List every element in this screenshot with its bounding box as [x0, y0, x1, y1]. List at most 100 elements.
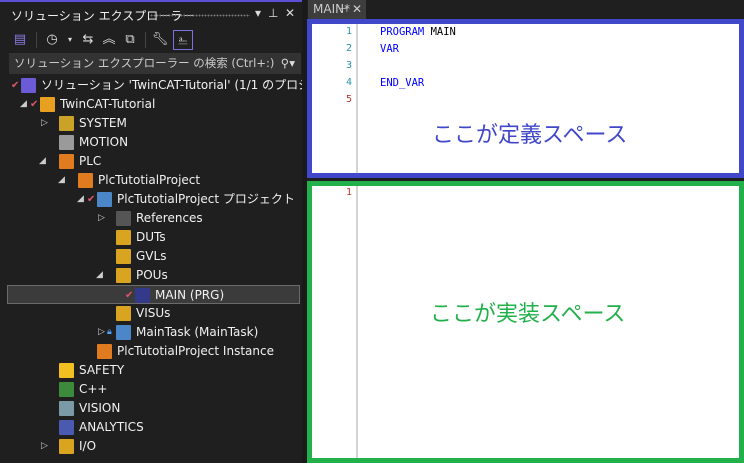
tree-item[interactable]: MOTION: [0, 133, 302, 152]
checkmark-icon: ✔: [30, 99, 39, 110]
twincat-project-icon: [40, 97, 55, 112]
tree-item-label: SAFETY: [79, 363, 125, 377]
code-line[interactable]: VAR: [380, 43, 399, 55]
solution-icon: [21, 78, 36, 93]
close-icon[interactable]: ✕: [285, 6, 295, 20]
tree-item[interactable]: ◢ ✔ PlcTutotialProject プロジェクト: [0, 190, 302, 209]
declaration-note: ここが定義スペース: [432, 123, 628, 148]
implementation-editor[interactable]: 1 ここが実装スペース: [307, 181, 744, 463]
task-icon: [116, 325, 131, 340]
tree-item-label: C++: [79, 382, 108, 396]
vision-icon: [59, 401, 74, 416]
tree-item[interactable]: ◢ ✔ TwinCAT-Tutorial: [0, 95, 302, 114]
tree-item[interactable]: ▷ SYSTEM: [0, 114, 302, 133]
tree-item[interactable]: DUTs: [0, 228, 302, 247]
pending-changes-icon[interactable]: ◷: [42, 30, 62, 50]
safety-icon: [59, 363, 74, 378]
collapsed-arrow-icon[interactable]: ▷: [41, 437, 48, 456]
tree-item-label: DUTs: [136, 230, 166, 244]
pin-icon[interactable]: ⊣: [339, 0, 348, 19]
checkmark-icon: ✔: [11, 80, 20, 91]
declaration-editor[interactable]: 1 PROGRAM MAIN 2 VAR 3 4 END_VAR 5 ここが定義スペース: [307, 19, 744, 178]
plc-icon: [59, 154, 74, 169]
tree-item[interactable]: ANALYTICS: [0, 418, 302, 437]
tree-item[interactable]: ✔ MAIN (PRG): [7, 285, 300, 304]
separator: [36, 32, 37, 48]
tree-item-label: SYSTEM: [79, 116, 127, 130]
line-number: 2: [345, 43, 352, 54]
line-number: 1: [345, 187, 352, 198]
plc-project-icon: [78, 173, 93, 188]
tree-item[interactable]: ✔ ソリューション 'TwinCAT-Tutorial' (1/1 のプロジェクト…: [0, 76, 351, 95]
folder-icon: [116, 306, 131, 321]
search-icon[interactable]: ⚲▾: [281, 53, 295, 74]
tab-main[interactable]: MAIN* ⊣ ✕: [308, 0, 366, 19]
dropdown-icon[interactable]: ▾: [60, 30, 80, 50]
line-number: 5: [345, 94, 352, 105]
search-placeholder: ソリューション エクスプローラー の検索 (Ctrl+:): [14, 56, 275, 70]
tree-item[interactable]: ▷ References: [0, 209, 302, 228]
tree-item[interactable]: VISION: [0, 399, 302, 418]
identifier: MAIN: [430, 26, 456, 38]
collapsed-arrow-icon[interactable]: ▷: [98, 209, 105, 228]
tree-item[interactable]: ◢ PlcTutotialProject: [0, 171, 302, 190]
search-input[interactable]: ソリューション エクスプローラー の検索 (Ctrl+:) ⚲▾: [9, 53, 301, 74]
keyword: PROGRAM: [380, 26, 425, 38]
tree-item[interactable]: VISUs: [0, 304, 302, 323]
dropdown-icon[interactable]: ▾: [255, 6, 261, 20]
expanded-arrow-icon[interactable]: ◢: [77, 190, 84, 209]
tree-item[interactable]: ▷ 🔒︎ MainTask (MainTask): [0, 323, 302, 342]
tree-item-label: MOTION: [79, 135, 129, 149]
tree-item-label: I/O: [79, 439, 97, 453]
tree-item[interactable]: SAFETY: [0, 361, 302, 380]
drag-grip[interactable]: [150, 14, 250, 17]
line-number: 3: [345, 60, 352, 71]
line-number: 1: [345, 26, 352, 37]
preview-icon[interactable]: ⎁: [173, 30, 193, 50]
tree-item[interactable]: ◢ POUs: [0, 266, 302, 285]
copy-icon[interactable]: ⧉: [120, 30, 140, 50]
folder-icon: [116, 230, 131, 245]
tree-item-label: VISUs: [136, 306, 171, 320]
collapsed-arrow-icon[interactable]: ▷: [98, 323, 105, 342]
checkmark-icon: ✔: [125, 290, 134, 301]
keyword: END_VAR: [380, 77, 425, 89]
tree-item-label: MAIN (PRG): [155, 288, 225, 302]
implementation-note: ここが実装スペース: [430, 302, 626, 327]
explorer-toolbar: ▤ ◷ ▾ ⇆ ︽ ⧉ 🔧︎ ⎁: [0, 28, 302, 52]
lock-icon: 🔒︎: [107, 327, 112, 337]
expanded-arrow-icon[interactable]: ◢: [96, 266, 103, 285]
close-tab-icon[interactable]: ✕: [352, 0, 362, 19]
system-icon: [59, 116, 74, 131]
instance-icon: [97, 344, 112, 359]
tree-item[interactable]: PlcTutotialProject Instance: [0, 342, 302, 361]
expanded-arrow-icon[interactable]: ◢: [58, 171, 65, 190]
tree-item-label: MainTask (MainTask): [136, 325, 259, 339]
expanded-arrow-icon[interactable]: ◢: [20, 95, 27, 114]
collapsed-arrow-icon[interactable]: ▷: [41, 114, 48, 133]
tree-item-label: POUs: [136, 268, 168, 282]
tree-item-label: References: [136, 211, 203, 225]
pou-program-icon: [135, 288, 150, 303]
tree-item-label: ANALYTICS: [79, 420, 144, 434]
tree-item[interactable]: ◢ PLC: [0, 152, 302, 171]
expanded-arrow-icon[interactable]: ◢: [39, 152, 46, 171]
code-line[interactable]: PROGRAM MAIN: [380, 26, 456, 38]
gutter-line: [356, 24, 358, 173]
code-line[interactable]: END_VAR: [380, 77, 424, 89]
tree-item-label: GVLs: [136, 249, 167, 263]
switch-views-icon[interactable]: ▤: [10, 30, 30, 50]
tree-item[interactable]: ▷ I/O: [0, 437, 302, 456]
keyword: VAR: [380, 43, 399, 55]
sync-icon[interactable]: ⇆: [78, 30, 98, 50]
motion-icon: [59, 135, 74, 150]
gutter-line: [356, 186, 358, 458]
collapse-all-icon[interactable]: ︽: [99, 30, 119, 50]
tree-item[interactable]: GVLs: [0, 247, 302, 266]
properties-wrench-icon[interactable]: 🔧︎: [150, 30, 170, 50]
tree-item-label: PlcTutotialProject: [98, 173, 201, 187]
panel-titlebar: ソリューション エクスプローラー ▾ ⊥ ✕: [0, 4, 302, 24]
tree-item[interactable]: C++: [0, 380, 302, 399]
pin-icon[interactable]: ⊥: [268, 6, 278, 20]
cpp-icon: [59, 382, 74, 397]
